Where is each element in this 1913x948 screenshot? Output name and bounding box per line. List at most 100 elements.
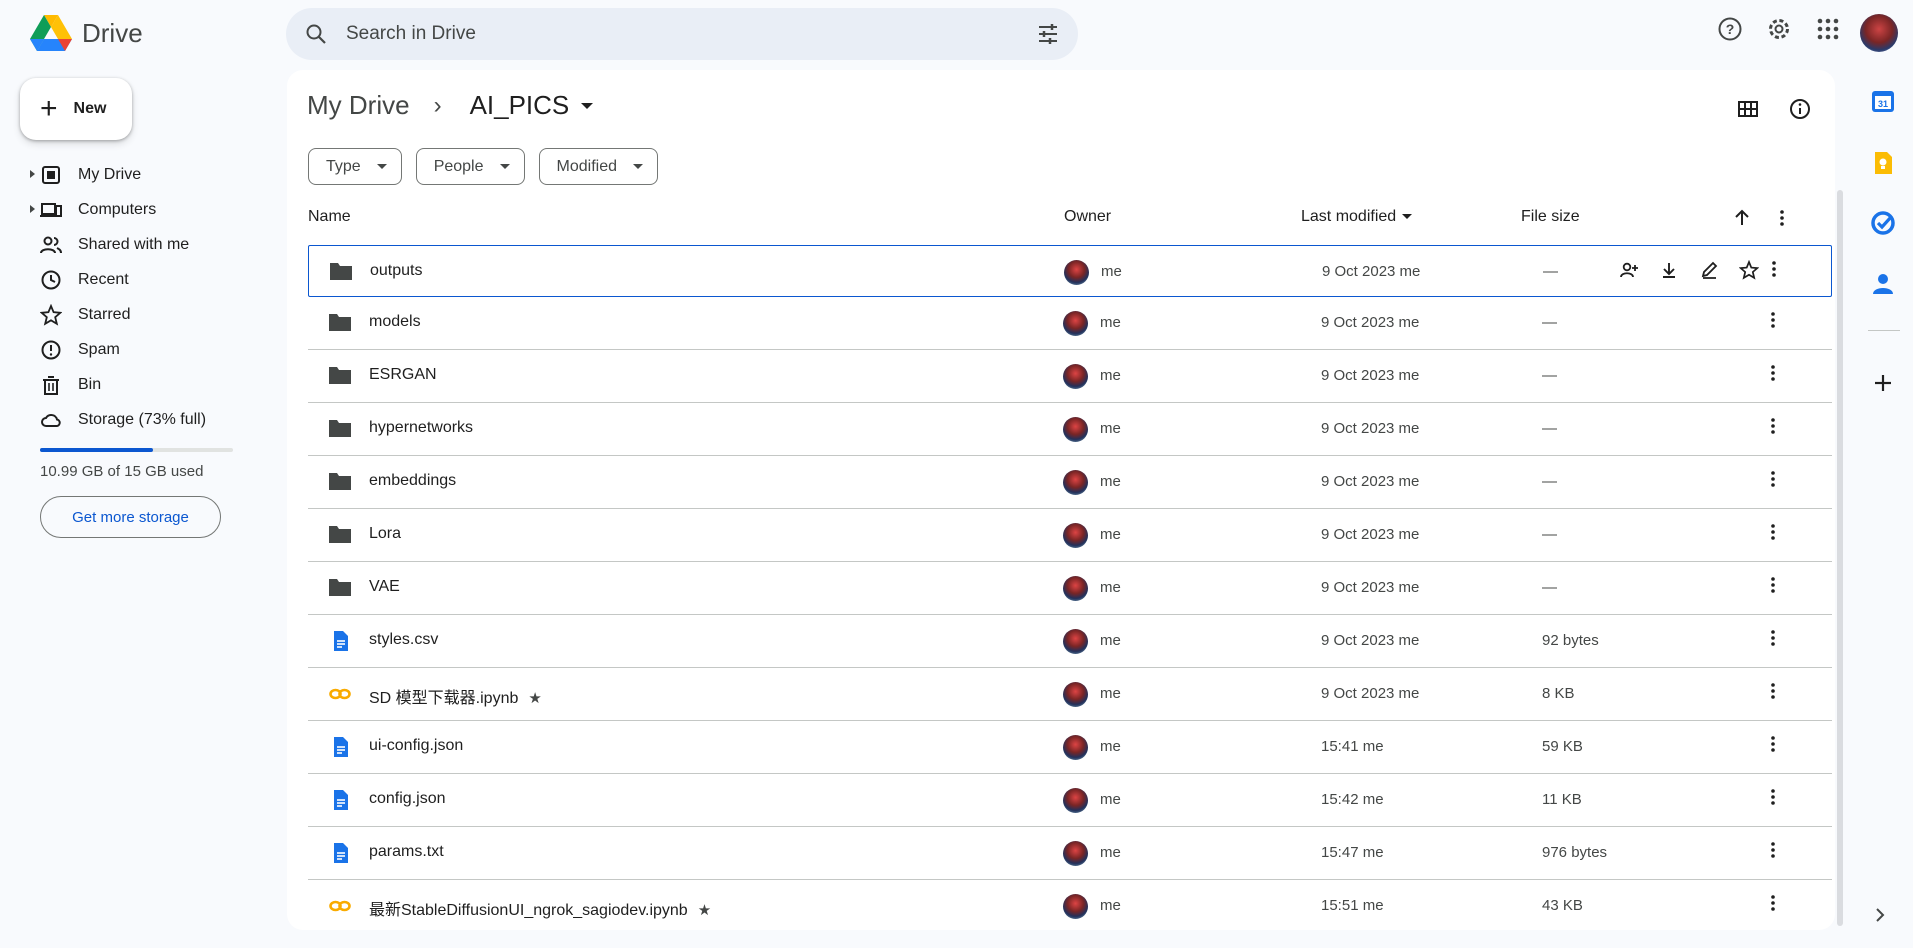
add-star-icon[interactable] (1738, 259, 1760, 280)
more-vert-icon[interactable] (1763, 628, 1783, 648)
apps-grid-icon[interactable] (1815, 16, 1841, 42)
table-row[interactable]: embeddings me 9 Oct 2023 me — (308, 456, 1832, 509)
calendar-icon[interactable]: 31 (1870, 88, 1896, 114)
more-vert-icon[interactable] (1763, 840, 1783, 860)
row-more-actions[interactable] (1763, 681, 1783, 706)
scrollbar-thumb[interactable] (1837, 190, 1843, 926)
sidebar-item-bin[interactable]: Bin (0, 367, 270, 402)
new-button[interactable]: + New (20, 78, 132, 140)
search-bar[interactable] (286, 8, 1078, 60)
more-vert-icon[interactable] (1763, 734, 1783, 754)
more-vert-icon[interactable] (1763, 469, 1783, 489)
filter-modified[interactable]: Modified (538, 148, 658, 185)
expand-caret-icon[interactable] (30, 205, 35, 213)
more-vert-icon[interactable] (1763, 575, 1783, 595)
tasks-icon[interactable] (1870, 210, 1896, 236)
filter-people[interactable]: People (415, 148, 525, 185)
header-last-modified[interactable]: Last modified (1301, 208, 1413, 226)
grid-view-icon[interactable] (1737, 98, 1759, 120)
sort-direction-up-icon[interactable] (1732, 208, 1752, 228)
table-row[interactable]: ESRGAN me 9 Oct 2023 me — (308, 350, 1832, 403)
table-row[interactable]: ui-config.json me 15:41 me 59 KB (308, 721, 1832, 774)
sidebar-item-computers[interactable]: Computers (0, 192, 270, 227)
sidebar-item-starred[interactable]: Starred (0, 297, 270, 332)
get-more-storage-button[interactable]: Get more storage (40, 496, 221, 538)
sidebar-item-my-drive[interactable]: My Drive (0, 157, 270, 192)
more-vert-icon[interactable] (1763, 416, 1783, 436)
sidebar-item-storage[interactable]: Storage (73% full) (0, 402, 270, 437)
row-more-actions[interactable] (1763, 840, 1783, 865)
breadcrumb-root[interactable]: My Drive (307, 90, 410, 121)
table-row[interactable]: models me 9 Oct 2023 me — (308, 297, 1832, 350)
header-name[interactable]: Name (308, 208, 351, 226)
more-vert-icon[interactable] (1763, 787, 1783, 807)
scrollbar[interactable] (1835, 190, 1845, 926)
table-row[interactable]: outputs me 9 Oct 2023 me — (308, 245, 1832, 297)
owner-avatar (1064, 260, 1089, 285)
search-input[interactable] (346, 20, 986, 48)
sidebar-item-spam[interactable]: Spam (0, 332, 270, 367)
last-modified: 15:51 me (1321, 897, 1384, 914)
row-more-actions[interactable] (1763, 522, 1783, 547)
owner: me (1100, 791, 1121, 808)
file-size: — (1542, 367, 1557, 384)
filter-type[interactable]: Type (308, 148, 402, 185)
table-row[interactable]: Lora me 9 Oct 2023 me — (308, 509, 1832, 562)
table-row[interactable]: SD 模型下载器.ipynb ★ me 9 Oct 2023 me 8 KB (308, 668, 1832, 721)
row-more-actions[interactable] (1763, 363, 1783, 388)
info-icon[interactable] (1789, 98, 1811, 120)
download-icon[interactable] (1659, 260, 1679, 280)
search-options-icon[interactable] (1036, 22, 1060, 46)
more-vert-icon[interactable] (1763, 363, 1783, 383)
table-row[interactable]: styles.csv me 9 Oct 2023 me 92 bytes (308, 615, 1832, 668)
more-vert-icon[interactable] (1763, 681, 1783, 701)
owner: me (1100, 526, 1121, 543)
file-name-text: ESRGAN (369, 366, 437, 383)
rename-pencil-icon[interactable] (1699, 260, 1719, 280)
file-name-text: embeddings (369, 472, 457, 489)
help-icon[interactable]: ? (1717, 16, 1743, 42)
header-file-size[interactable]: File size (1521, 208, 1580, 226)
file-name: Lora (369, 525, 401, 543)
table-row[interactable]: VAE me 9 Oct 2023 me — (308, 562, 1832, 615)
row-more-actions[interactable] (1764, 259, 1784, 284)
sidebar-item-recent[interactable]: Recent (0, 262, 270, 297)
row-more-actions[interactable] (1763, 734, 1783, 759)
contacts-icon[interactable] (1870, 270, 1896, 296)
expand-caret-icon[interactable] (30, 170, 35, 178)
star-icon (40, 304, 62, 326)
folder-menu-dropdown-icon[interactable] (581, 102, 594, 109)
more-vert-icon[interactable] (1772, 208, 1792, 228)
row-more-actions[interactable] (1763, 575, 1783, 600)
drive-logo-icon (30, 15, 72, 51)
table-row[interactable]: hypernetworks me 9 Oct 2023 me — (308, 403, 1832, 456)
more-vert-icon[interactable] (1763, 522, 1783, 542)
settings-gear-icon[interactable] (1766, 16, 1792, 42)
drive-logo[interactable]: Drive (30, 14, 143, 52)
breadcrumb-current[interactable]: AI_PICS (470, 90, 570, 121)
row-more-actions[interactable] (1763, 416, 1783, 441)
more-vert-icon[interactable] (1763, 893, 1783, 913)
keep-icon[interactable] (1870, 150, 1896, 176)
row-more-actions[interactable] (1763, 310, 1783, 335)
more-vert-icon[interactable] (1764, 259, 1784, 279)
table-row[interactable]: 最新StableDiffusionUI_ngrok_sagiodev.ipynb… (308, 880, 1832, 930)
file-name-text: 最新StableDiffusionUI_ngrok_sagiodev.ipynb (369, 902, 688, 919)
row-more-actions[interactable] (1763, 893, 1783, 918)
table-row[interactable]: config.json me 15:42 me 11 KB (308, 774, 1832, 827)
owner-avatar (1063, 788, 1088, 813)
search-icon[interactable] (304, 22, 328, 46)
row-more-actions[interactable] (1763, 628, 1783, 653)
header-owner[interactable]: Owner (1064, 208, 1111, 226)
more-vert-icon[interactable] (1763, 310, 1783, 330)
account-avatar[interactable] (1860, 14, 1898, 52)
folder-icon (329, 367, 351, 384)
row-more-actions[interactable] (1763, 469, 1783, 494)
share-add-person-icon[interactable] (1619, 260, 1639, 280)
sidebar-item-shared-with-me[interactable]: Shared with me (0, 227, 270, 262)
row-more-actions[interactable] (1763, 787, 1783, 812)
table-row[interactable]: params.txt me 15:47 me 976 bytes (308, 827, 1832, 880)
sort-menu-icon[interactable] (1402, 214, 1413, 220)
add-addon-plus-icon[interactable] (1870, 370, 1896, 396)
expand-panel-chevron-icon[interactable] (1870, 905, 1890, 925)
